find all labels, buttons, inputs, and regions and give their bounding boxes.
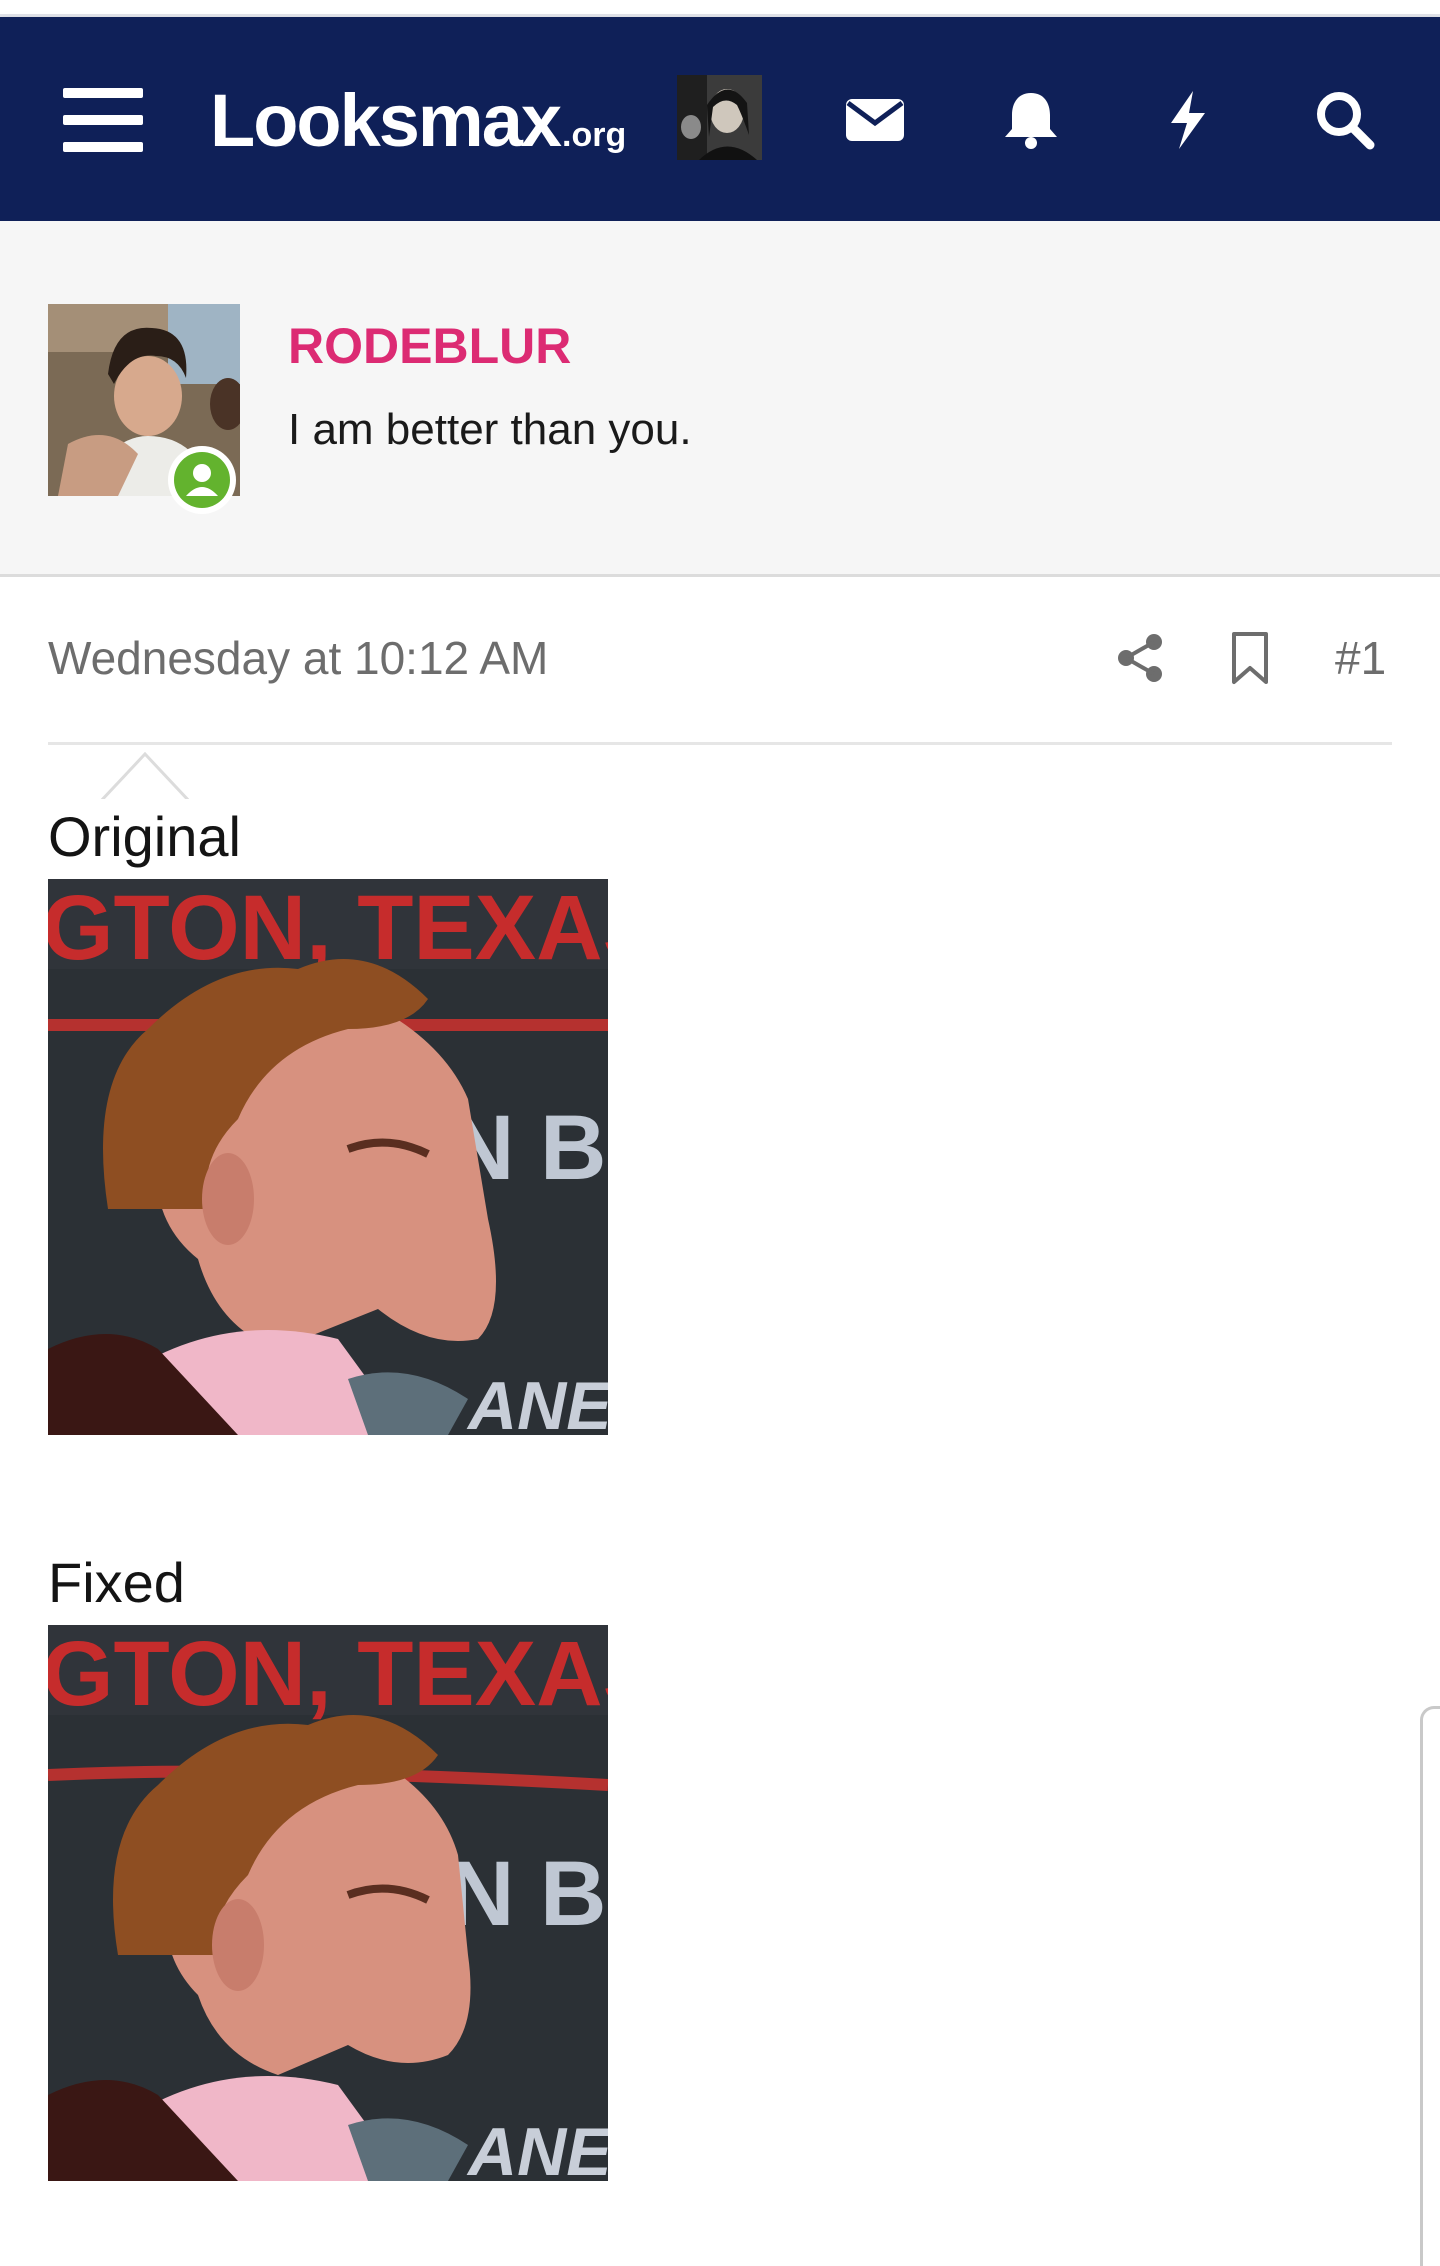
lightning-icon[interactable]	[1155, 87, 1221, 153]
hamburger-menu-icon[interactable]	[63, 84, 143, 156]
user-icon	[186, 464, 218, 496]
share-icon[interactable]	[1112, 630, 1168, 686]
post-divider	[48, 742, 1392, 745]
status-bar-strip	[0, 0, 1440, 17]
account-avatar[interactable]	[677, 75, 762, 160]
bell-icon[interactable]	[998, 87, 1064, 153]
post-number-link[interactable]: #1	[1335, 630, 1386, 686]
caption-original: Original	[48, 805, 241, 868]
online-status-badge	[168, 446, 236, 514]
fixed-photo[interactable]: GTON, TEXAS, N BO ANE	[48, 1625, 608, 2181]
site-logo[interactable]: Looksmax.org	[210, 71, 626, 171]
original-photo-text-bottom: ANE	[466, 1368, 608, 1435]
caption-fixed: Fixed	[48, 1551, 185, 1614]
search-icon[interactable]	[1312, 87, 1378, 153]
floating-panel-edge	[1420, 1706, 1440, 2266]
post-author-header: RODEBLUR I am better than you.	[0, 221, 1440, 802]
author-username[interactable]: RODEBLUR	[288, 316, 571, 376]
original-photo[interactable]: GTON, TEXAS, N BO ANE	[48, 879, 608, 1435]
top-navigation-bar: Looksmax.org	[0, 17, 1440, 221]
logo-suffix: .org	[562, 116, 627, 154]
fixed-photo-text-top: GTON, TEXAS,	[48, 1625, 608, 1725]
speech-pointer	[100, 752, 190, 802]
fixed-photo-text-bottom: ANE	[466, 2114, 608, 2181]
envelope-icon[interactable]	[842, 87, 908, 153]
bookmark-icon[interactable]	[1222, 630, 1278, 686]
logo-text: Looksmax	[210, 79, 562, 162]
fixed-photo-text-mid: N BO	[448, 1843, 608, 1945]
author-title: I am better than you.	[288, 405, 692, 454]
post-timestamp[interactable]: Wednesday at 10:12 AM	[48, 630, 548, 686]
